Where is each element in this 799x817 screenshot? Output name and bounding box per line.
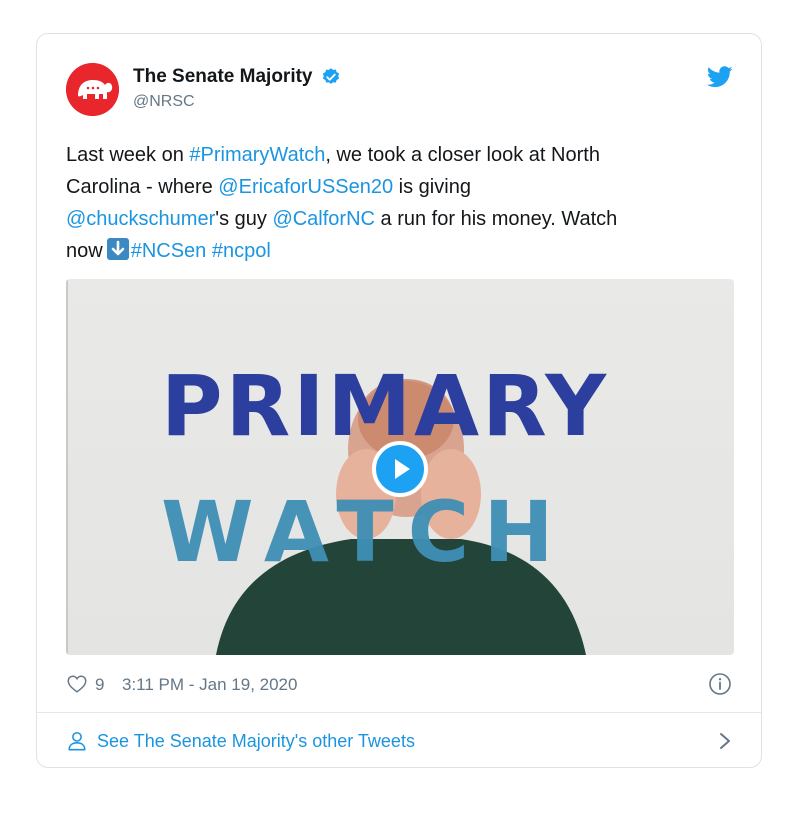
mention-link[interactable]: @CalforNC — [272, 208, 375, 230]
hashtag-link[interactable]: #NCSen — [131, 240, 207, 262]
avatar[interactable] — [66, 63, 119, 116]
person-icon — [68, 731, 86, 751]
mention-link[interactable]: @chuckschumer — [66, 208, 215, 230]
author-handle[interactable]: @NRSC — [133, 91, 341, 113]
footer-divider — [37, 712, 761, 713]
mention-link[interactable]: @EricaforUSSen20 — [218, 176, 393, 198]
heart-icon[interactable] — [66, 673, 88, 695]
video-thumbnail[interactable]: PRIMARY WATCH — [66, 279, 734, 655]
text-segment: 's guy — [215, 208, 273, 230]
chevron-right-icon[interactable] — [718, 731, 732, 751]
media-title-watch: WATCH — [161, 483, 568, 581]
see-other-tweets-link[interactable]: See The Senate Majority's other Tweets — [66, 724, 732, 758]
elephant-logo-icon — [66, 63, 119, 116]
text-segment: is giving — [398, 176, 471, 198]
play-button[interactable] — [372, 441, 428, 497]
media-title-primary: PRIMARY — [161, 357, 610, 455]
author-display-name[interactable]: The Senate Majority — [133, 64, 313, 90]
tweet-text: Last week on #PrimaryWatch, we took a cl… — [66, 139, 726, 267]
like-count[interactable]: 9 — [95, 674, 104, 696]
author-names: The Senate Majority @NRSC — [133, 64, 341, 113]
verified-badge-icon — [322, 68, 340, 84]
hashtag-link[interactable]: #PrimaryWatch — [189, 144, 325, 166]
tweet-header: The Senate Majority @NRSC — [66, 61, 733, 117]
tweet-meta: 9 3:11 PM - Jan 19, 2020 — [66, 671, 732, 699]
twitter-bird-icon[interactable] — [707, 66, 733, 88]
hashtag-link[interactable]: #ncpol — [212, 240, 271, 262]
info-icon[interactable] — [708, 672, 732, 696]
tweet-timestamp[interactable]: 3:11 PM - Jan 19, 2020 — [122, 674, 297, 696]
arrow-down-emoji-icon — [106, 238, 129, 260]
text-segment: Last week on — [66, 144, 190, 166]
play-icon — [395, 459, 410, 479]
see-other-tweets-label[interactable]: See The Senate Majority's other Tweets — [97, 730, 415, 752]
tweet-card: The Senate Majority @NRSC Last week on #… — [36, 33, 762, 768]
